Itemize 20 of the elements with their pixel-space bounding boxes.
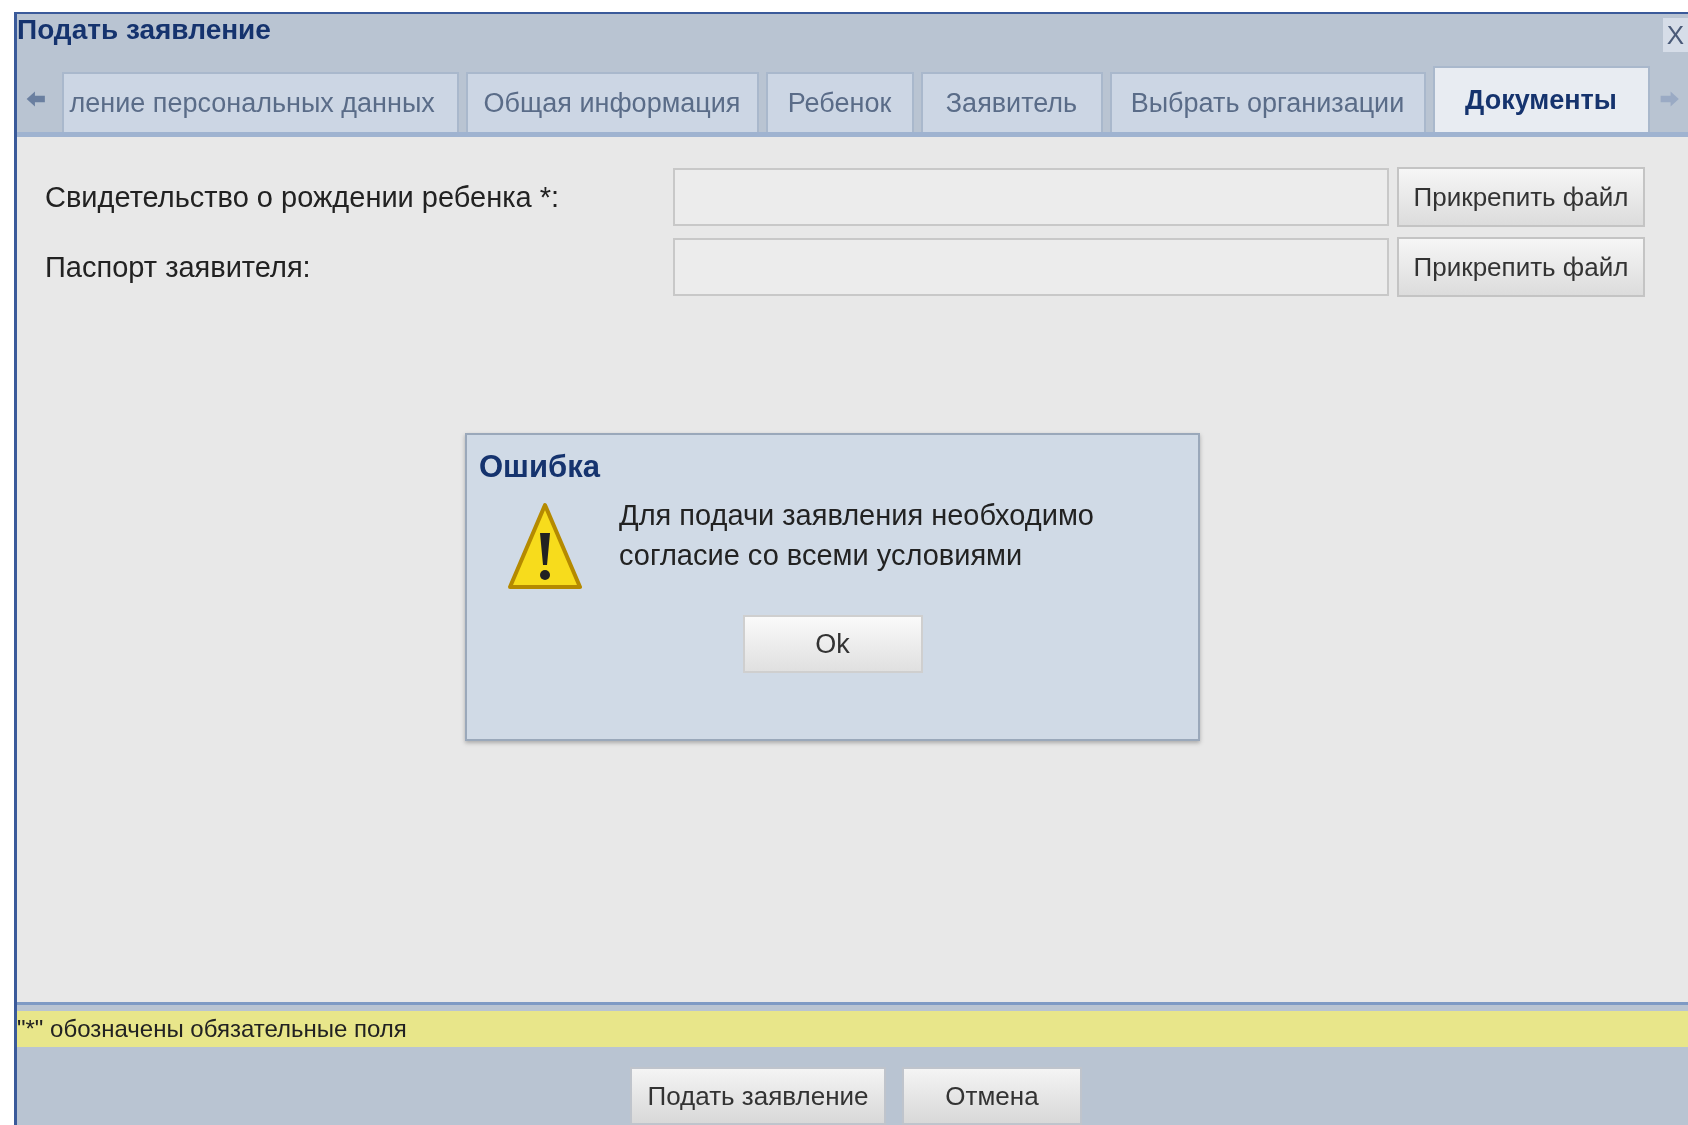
tab[interactable]: Заявитель: [920, 72, 1103, 132]
dialog-title: Ошибка: [479, 449, 600, 485]
attach-file-button[interactable]: Прикрепить файл: [1397, 167, 1645, 227]
ok-button[interactable]: Ok: [742, 615, 923, 673]
file-field[interactable]: [673, 238, 1389, 296]
window-title: Подать заявление: [17, 14, 271, 46]
tab[interactable]: ление персональных данных: [61, 72, 459, 132]
attach-file-button[interactable]: Прикрепить файл: [1397, 237, 1645, 297]
tab[interactable]: Документы: [1432, 66, 1650, 132]
tab[interactable]: Выбрать организации: [1109, 72, 1426, 132]
tab[interactable]: Общая информация: [465, 72, 759, 132]
submit-button[interactable]: Подать заявление: [630, 1067, 886, 1125]
close-button[interactable]: X: [1662, 18, 1688, 52]
field-label: Паспорт заявителя:: [45, 250, 312, 284]
cancel-button[interactable]: Отмена: [902, 1067, 1082, 1125]
required-fields-note: "*" обозначены обязательные поля: [17, 1015, 407, 1043]
field-label: Свидетельство о рождении ребенка *:: [45, 180, 561, 214]
tab[interactable]: Ребенок: [765, 72, 914, 132]
file-field[interactable]: [673, 168, 1389, 226]
error-message: Для подачи заявления необходимо согласие со всеми условиями: [619, 498, 1095, 573]
